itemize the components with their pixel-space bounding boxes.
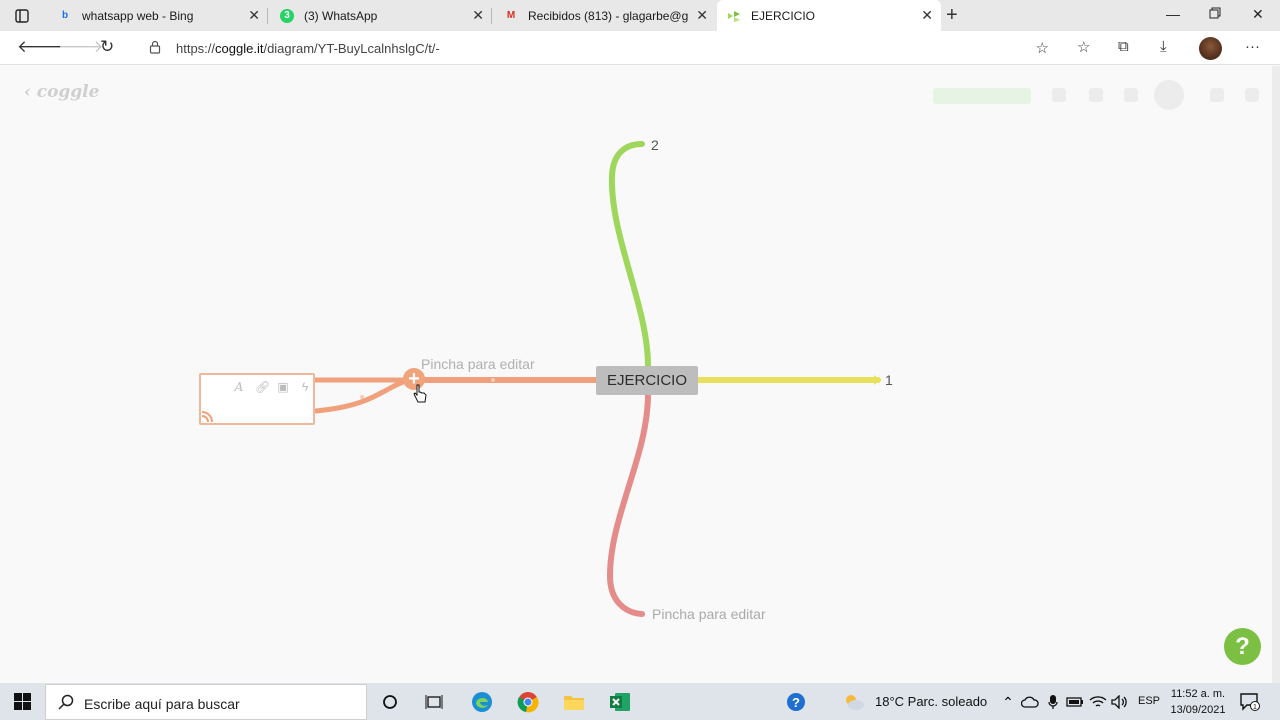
battery-icon[interactable] bbox=[1063, 691, 1087, 713]
central-node[interactable]: EJERCICIO bbox=[596, 366, 698, 395]
edit-toolbar: A 🔗︎ ▣ ϟ bbox=[233, 380, 311, 394]
url-text[interactable]: https://coggle.it/diagram/YT-BuyLcalnhsl… bbox=[176, 41, 440, 56]
navigation-bar: 🡐 🡒 ↻ https://coggle.it/diagram/YT-BuyLc… bbox=[0, 31, 1280, 65]
wifi-icon[interactable] bbox=[1086, 691, 1110, 713]
clock-time: 11:52 a. m. bbox=[1170, 688, 1226, 700]
reload-button[interactable]: ↻ bbox=[100, 37, 114, 57]
weather-text[interactable]: 18°C Parc. soleado bbox=[875, 694, 987, 709]
address-bar[interactable]: https://coggle.it/diagram/YT-BuyLcalnhsl… bbox=[137, 34, 1057, 62]
close-tab-icon[interactable]: ✕ bbox=[248, 7, 260, 24]
onedrive-icon[interactable] bbox=[1018, 691, 1042, 713]
tab-actions-icon bbox=[15, 9, 29, 23]
branch-left-dot bbox=[491, 378, 495, 382]
language-indicator[interactable]: ESP bbox=[1138, 695, 1160, 707]
branch-1-tip bbox=[874, 375, 880, 385]
chrome-icon[interactable] bbox=[516, 691, 540, 713]
tab-title: Recibidos (813) - glagarbe@gma bbox=[528, 8, 688, 23]
svg-text:?: ? bbox=[792, 695, 800, 710]
collections-icon[interactable]: ⧉ bbox=[1118, 38, 1129, 55]
node-edit-box[interactable]: A 🔗︎ ▣ ϟ bbox=[199, 373, 315, 425]
taskbar-search[interactable]: Escribe aquí para buscar bbox=[45, 684, 367, 720]
node-label-left[interactable]: Pincha para editar bbox=[421, 356, 535, 372]
node-label-bottom[interactable]: Pincha para editar bbox=[652, 606, 766, 622]
notification-count: 1 bbox=[1253, 704, 1257, 711]
tab-strip: b whatsapp web - Bing ✕ 3 (3) WhatsApp ✕… bbox=[0, 0, 1280, 31]
minimize-button[interactable]: — bbox=[1166, 6, 1180, 22]
weather-icon[interactable] bbox=[842, 691, 866, 713]
volume-icon[interactable] bbox=[1108, 691, 1132, 713]
help-tray-icon[interactable]: ? bbox=[784, 691, 808, 713]
chevron-up-icon[interactable]: ⌃ bbox=[996, 691, 1020, 713]
url-path: /diagram/YT-BuyLcalnhslgC/t/- bbox=[263, 41, 440, 56]
branch-left-sub-2 bbox=[313, 379, 406, 414]
microphone-icon[interactable] bbox=[1041, 691, 1065, 713]
coggle-icon bbox=[727, 9, 741, 23]
help-button[interactable]: ? bbox=[1224, 628, 1261, 665]
close-tab-icon[interactable]: ✕ bbox=[472, 7, 484, 24]
edge-icon[interactable] bbox=[470, 691, 494, 713]
coggle-page: ‹ coggle 2 1 Pincha para editar Pincha p… bbox=[0, 66, 1280, 683]
url-prefix: https:// bbox=[176, 41, 216, 56]
tab-title: (3) WhatsApp bbox=[304, 8, 378, 23]
bing-icon: b bbox=[61, 10, 69, 21]
tab-actions-button[interactable] bbox=[8, 6, 36, 26]
branch-left-sub-dot bbox=[360, 395, 364, 399]
more-menu-icon[interactable]: ··· bbox=[1245, 38, 1260, 55]
tab-whatsapp[interactable]: 3 (3) WhatsApp ✕ bbox=[268, 0, 492, 31]
gmail-icon: M bbox=[506, 10, 516, 21]
favorites-icon[interactable]: ☆ bbox=[1077, 38, 1090, 56]
lock-icon[interactable] bbox=[149, 40, 161, 57]
hand-cursor-icon bbox=[413, 384, 427, 403]
tab-gmail[interactable]: M Recibidos (813) - glagarbe@gma ✕ bbox=[492, 0, 716, 31]
branch-bottom-line bbox=[606, 391, 651, 617]
close-window-button[interactable]: ✕ bbox=[1252, 6, 1264, 23]
text-format-icon[interactable]: A bbox=[233, 380, 245, 394]
start-button[interactable] bbox=[14, 693, 31, 715]
close-tab-icon[interactable]: ✕ bbox=[921, 7, 933, 24]
branch-2-line bbox=[608, 141, 651, 369]
forward-button[interactable]: 🡒 bbox=[58, 37, 104, 57]
close-tab-icon[interactable]: ✕ bbox=[696, 7, 708, 24]
whatsapp-icon: 3 bbox=[280, 8, 294, 23]
notifications-icon[interactable]: 1 bbox=[1238, 691, 1262, 713]
link-icon[interactable]: 🔗︎ bbox=[255, 380, 270, 394]
lightning-icon[interactable]: ϟ bbox=[299, 380, 311, 394]
tab-bing[interactable]: b whatsapp web - Bing ✕ bbox=[44, 0, 268, 31]
file-explorer-icon[interactable] bbox=[562, 691, 586, 713]
resize-handle-icon[interactable] bbox=[201, 409, 215, 423]
excel-icon[interactable] bbox=[608, 691, 632, 713]
restore-button[interactable] bbox=[1209, 6, 1221, 22]
clock-date: 13/09/2021 bbox=[1170, 704, 1226, 716]
new-tab-button[interactable]: + bbox=[946, 4, 958, 27]
downloads-icon[interactable]: ⤓ bbox=[1160, 38, 1167, 55]
search-placeholder: Escribe aquí para buscar bbox=[84, 696, 240, 712]
task-view-icon[interactable] bbox=[422, 691, 446, 713]
image-icon[interactable]: ▣ bbox=[277, 380, 289, 394]
clock[interactable]: 11:52 a. m. 13/09/2021 bbox=[1170, 686, 1226, 718]
search-icon bbox=[58, 694, 74, 715]
node-label-1[interactable]: 1 bbox=[885, 372, 893, 388]
taskbar: Escribe aquí para buscar ? 18°C Parc. so… bbox=[0, 683, 1280, 720]
tab-ejercicio[interactable]: EJERCICIO ✕ bbox=[717, 0, 941, 31]
back-button[interactable]: 🡐 bbox=[17, 37, 63, 57]
windows-icon bbox=[14, 693, 31, 710]
url-host: coggle.it bbox=[215, 41, 264, 56]
node-label-2[interactable]: 2 bbox=[651, 137, 659, 153]
tab-title: whatsapp web - Bing bbox=[82, 8, 194, 23]
tab-title: EJERCICIO bbox=[751, 8, 816, 23]
add-favorite-icon[interactable]: ☆ bbox=[1036, 39, 1049, 57]
cortana-icon[interactable] bbox=[378, 691, 402, 713]
profile-avatar[interactable] bbox=[1199, 37, 1222, 60]
